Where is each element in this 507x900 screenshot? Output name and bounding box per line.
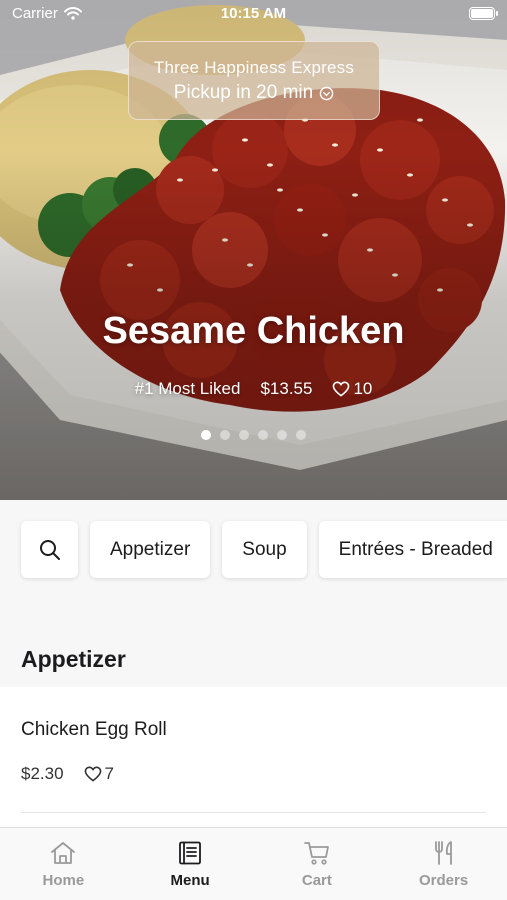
tab-label: Orders [419, 872, 469, 889]
category-chip-soup[interactable]: Soup [222, 521, 307, 578]
menu-item-meta: $2.30 7 [21, 764, 114, 784]
divider [21, 812, 486, 813]
tab-menu[interactable]: Menu [127, 828, 254, 900]
cart-icon [303, 842, 329, 865]
featured-dish-meta: #1 Most Liked $13.55 10 [0, 379, 507, 399]
category-chip-entrees-breaded[interactable]: Entrées - Breaded [318, 521, 507, 578]
carousel-dot[interactable] [201, 430, 211, 440]
fork-knife-icon [434, 841, 452, 865]
pickup-eta-label: Pickup in 20 min [173, 82, 314, 103]
carousel-page-indicator[interactable] [0, 430, 507, 440]
menu-item-likes-count: 7 [104, 764, 115, 783]
battery-icon [469, 7, 498, 20]
menu-book-icon [179, 841, 202, 865]
tab-label: Home [42, 872, 85, 889]
search-button[interactable] [21, 521, 78, 578]
category-chip-appetizer[interactable]: Appetizer [90, 521, 211, 578]
tab-label: Cart [301, 872, 332, 889]
menu-item-likes[interactable]: 7 [84, 764, 114, 784]
category-strip[interactable]: Appetizer Soup Entrées - Breaded [21, 521, 507, 578]
section-heading: Appetizer [21, 646, 126, 672]
status-bar: Carrier 10:15 AM [0, 0, 507, 30]
featured-dish-title: Sesame Chicken [102, 310, 405, 352]
menu-item-price: $2.30 [21, 764, 64, 783]
status-time: 10:15 AM [220, 5, 287, 22]
tab-bar: Home Menu Cart Orders [0, 827, 507, 900]
featured-price: $13.55 [260, 379, 313, 398]
carousel-dot[interactable] [296, 430, 306, 440]
featured-likes[interactable]: 10 [332, 379, 372, 399]
pickup-info-button[interactable]: Three Happiness Express Pickup in 20 min [128, 41, 380, 120]
home-icon [51, 842, 76, 864]
carousel-dot[interactable] [220, 430, 230, 440]
tab-label: Menu [170, 872, 210, 889]
chevron-down-circle-icon [319, 86, 334, 100]
heart-icon [84, 766, 101, 782]
featured-likes-count: 10 [353, 379, 373, 398]
menu-item-name: Chicken Egg Roll [21, 719, 167, 740]
carousel-dot[interactable] [239, 430, 249, 440]
tab-orders[interactable]: Orders [380, 828, 507, 900]
store-name: Three Happiness Express [153, 58, 355, 77]
carousel-dot[interactable] [277, 430, 287, 440]
pickup-eta: Pickup in 20 min [129, 82, 379, 104]
carousel-dot[interactable] [258, 430, 268, 440]
featured-badge: #1 Most Liked [134, 379, 241, 398]
tab-cart[interactable]: Cart [254, 828, 381, 900]
hero-banner[interactable]: Carrier 10:15 AM Three Happiness Express… [0, 0, 507, 500]
heart-icon [333, 381, 350, 397]
menu-item-card[interactable]: Chicken Egg Roll $2.30 7 [0, 687, 507, 827]
search-icon [39, 539, 60, 560]
tab-home[interactable]: Home [0, 828, 127, 900]
